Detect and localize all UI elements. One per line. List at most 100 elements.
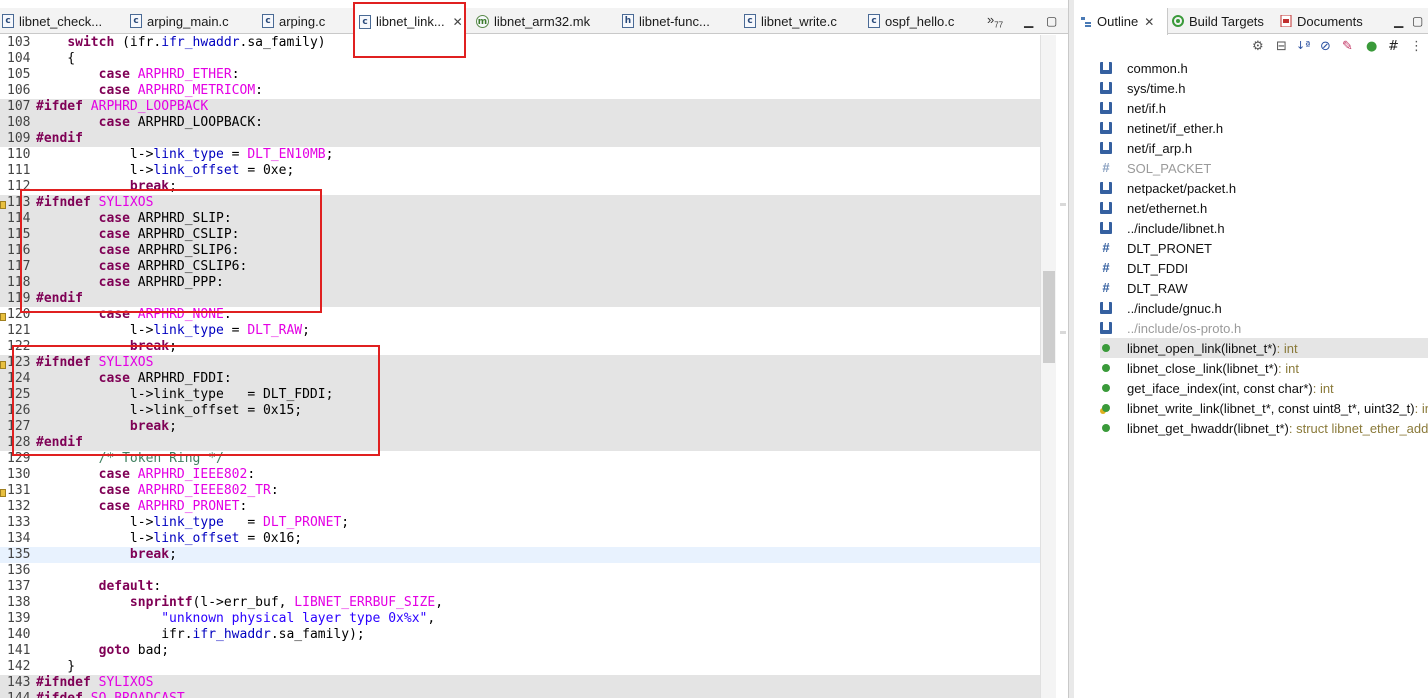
code-line[interactable]: 129 /* Token Ring */	[0, 451, 1040, 467]
code-line[interactable]: 143 #ifndef SYLIXOS	[0, 675, 1040, 691]
tab-documents[interactable]: Documents	[1280, 8, 1380, 34]
code-line[interactable]: 109 #endif	[0, 131, 1040, 147]
outline-item[interactable]: # SOL_PACKET	[1100, 158, 1428, 178]
editor-scrollbar[interactable]	[1040, 35, 1056, 698]
outline-item[interactable]: net/if.h	[1100, 98, 1428, 118]
code-line[interactable]: 135 break;	[0, 547, 1040, 563]
maximize-icon[interactable]: ▢	[1412, 14, 1423, 28]
code-editor[interactable]: 103 switch (ifr.ifr_hwaddr.sa_family) 104…	[0, 35, 1068, 698]
tab-overflow-button[interactable]: »77	[987, 12, 1003, 30]
outline-item[interactable]: libnet_write_link(libnet_t*, const uint8…	[1100, 398, 1428, 418]
code-line[interactable]: 128 #endif	[0, 435, 1040, 451]
tab-libnet-functions[interactable]: h libnet-func...	[622, 8, 738, 34]
code-line[interactable]: 111 l->link_offset = 0xe;	[0, 163, 1040, 179]
code-line[interactable]: 118 case ARPHRD_PPP:	[0, 275, 1040, 291]
code-line[interactable]: 138 snprintf(l->err_buf, LIBNET_ERRBUF_S…	[0, 595, 1040, 611]
code-line[interactable]: 125 l->link_type = DLT_FDDI;	[0, 387, 1040, 403]
code-line[interactable]: 114 case ARPHRD_SLIP:	[0, 211, 1040, 227]
outline-item[interactable]: ../include/libnet.h	[1100, 218, 1428, 238]
code-line[interactable]: 126 l->link_offset = 0x15;	[0, 403, 1040, 419]
minimize-icon[interactable]: ▁	[1394, 14, 1403, 28]
outline-item[interactable]: netinet/if_ether.h	[1100, 118, 1428, 138]
code-line[interactable]: 134 l->link_offset = 0x16;	[0, 531, 1040, 547]
tab-ospf-hello[interactable]: c ospf_hello.c	[868, 8, 982, 34]
code-line[interactable]: 106 case ARPHRD_METRICOM:	[0, 83, 1040, 99]
outline-item[interactable]: # DLT_FDDI	[1100, 258, 1428, 278]
code-line[interactable]: 144#ifdef SO_BROADCAST	[0, 691, 1040, 698]
outline-panel: Outline ✕ Build Targets Documents ▁ ▢ ⚙ …	[1074, 8, 1428, 698]
code-line[interactable]: 103 switch (ifr.ifr_hwaddr.sa_family)	[0, 35, 1040, 51]
code-line[interactable]: 107 #ifdef ARPHRD_LOOPBACK	[0, 99, 1040, 115]
code-line[interactable]: 133 l->link_type = DLT_PRONET;	[0, 515, 1040, 531]
scroll-thumb[interactable]	[1043, 271, 1055, 363]
code-line[interactable]: 124 case ARPHRD_FDDI:	[0, 371, 1040, 387]
overview-ruler-mark[interactable]	[1060, 331, 1066, 334]
code-line[interactable]: 136	[0, 563, 1040, 579]
tab-outline[interactable]: Outline ✕	[1074, 8, 1168, 35]
outline-item[interactable]: sys/time.h	[1100, 78, 1428, 98]
outline-item[interactable]: ../include/gnuc.h	[1100, 298, 1428, 318]
outline-item[interactable]: libnet_close_link(libnet_t*) : int	[1100, 358, 1428, 378]
sort-icon[interactable]: ↓ª	[1296, 39, 1310, 52]
collapse-all-icon[interactable]: ⊟	[1276, 39, 1287, 54]
code-line[interactable]: 131 case ARPHRD_IEEE802_TR:	[0, 483, 1040, 499]
code-line[interactable]: 108 case ARPHRD_LOOPBACK:	[0, 115, 1040, 131]
code-line[interactable]: 140 ifr.ifr_hwaddr.sa_family);	[0, 627, 1040, 643]
code-line[interactable]: 105 case ARPHRD_ETHER:	[0, 67, 1040, 83]
outline-item[interactable]: get_iface_index(int, const char*) : int	[1100, 378, 1428, 398]
outline-item[interactable]: net/ethernet.h	[1100, 198, 1428, 218]
code-line[interactable]: 119 #endif	[0, 291, 1040, 307]
code-line[interactable]: 120 case ARPHRD_NONE:	[0, 307, 1040, 323]
code-line[interactable]: 116 case ARPHRD_SLIP6:	[0, 243, 1040, 259]
outline-item[interactable]: # DLT_PRONET	[1100, 238, 1428, 258]
view-menu-icon[interactable]: ⋮	[1410, 39, 1423, 54]
code-line[interactable]: 130 case ARPHRD_IEEE802:	[0, 467, 1040, 483]
code-line[interactable]: 127 break;	[0, 419, 1040, 435]
code-line[interactable]: 122 break;	[0, 339, 1040, 355]
outline-item[interactable]: ../include/os-proto.h	[1100, 318, 1428, 338]
code-line[interactable]: 121 l->link_type = DLT_RAW;	[0, 323, 1040, 339]
maximize-icon[interactable]: ▢	[1046, 14, 1057, 28]
hide-namespaces-icon[interactable]: ⚙	[1252, 39, 1264, 54]
tab-libnet-check[interactable]: c libnet_check...	[2, 8, 126, 34]
tab-build-targets[interactable]: Build Targets	[1172, 8, 1280, 34]
code-line[interactable]: 104 {	[0, 51, 1040, 67]
close-tab-icon[interactable]: ✕	[453, 15, 463, 29]
code-line[interactable]: 115 case ARPHRD_CSLIP:	[0, 227, 1040, 243]
tab-arping[interactable]: c arping.c	[262, 8, 350, 34]
tab-libnet-write[interactable]: c libnet_write.c	[744, 8, 866, 34]
outline-item[interactable]: netpacket/packet.h	[1100, 178, 1428, 198]
outline-item[interactable]: net/if_arp.h	[1100, 138, 1428, 158]
code-line[interactable]: 141 goto bad;	[0, 643, 1040, 659]
hide-static-icon[interactable]: ✎	[1342, 39, 1353, 54]
outline-item[interactable]: libnet_get_hwaddr(libnet_t*) : struct li…	[1100, 418, 1428, 438]
tab-libnet-arm32-mk[interactable]: m libnet_arm32.mk	[476, 8, 612, 34]
close-tab-icon[interactable]: ✕	[1144, 15, 1154, 29]
tab-arping-main[interactable]: c arping_main.c	[130, 8, 256, 34]
line-number: 128	[7, 435, 31, 450]
code-line[interactable]: 142 }	[0, 659, 1040, 675]
outline-item[interactable]: libnet_open_link(libnet_t*) : int	[1100, 338, 1428, 358]
code-line[interactable]: 113 #ifndef SYLIXOS	[0, 195, 1040, 211]
code-line[interactable]: 139 "unknown physical layer type 0x%x",	[0, 611, 1040, 627]
hide-macros-icon[interactable]: #	[1388, 39, 1399, 54]
code-line[interactable]: 123 #ifndef SYLIXOS	[0, 355, 1040, 371]
outline-item[interactable]: common.h	[1100, 58, 1428, 78]
warning-marker-icon	[0, 201, 6, 209]
code-line[interactable]: 137 default:	[0, 579, 1040, 595]
code-line[interactable]: 112 break;	[0, 179, 1040, 195]
code-text: case ARPHRD_IEEE802:	[36, 467, 256, 483]
minimize-icon[interactable]: ▁	[1024, 14, 1033, 28]
hide-fields-icon[interactable]: ⊘	[1320, 39, 1331, 54]
code-line[interactable]: 132 case ARPHRD_PRONET:	[0, 499, 1040, 515]
code-line[interactable]: 117 case ARPHRD_CSLIP6:	[0, 259, 1040, 275]
hide-non-public-icon[interactable]: ●	[1366, 39, 1377, 54]
overview-ruler-mark[interactable]	[1060, 203, 1066, 206]
tab-libnet-link[interactable]: c libnet_link... ✕	[354, 8, 466, 35]
code-text: break;	[36, 547, 177, 563]
code-line[interactable]: 110 l->link_type = DLT_EN10MB;	[0, 147, 1040, 163]
outline-item[interactable]: # DLT_RAW	[1100, 278, 1428, 298]
